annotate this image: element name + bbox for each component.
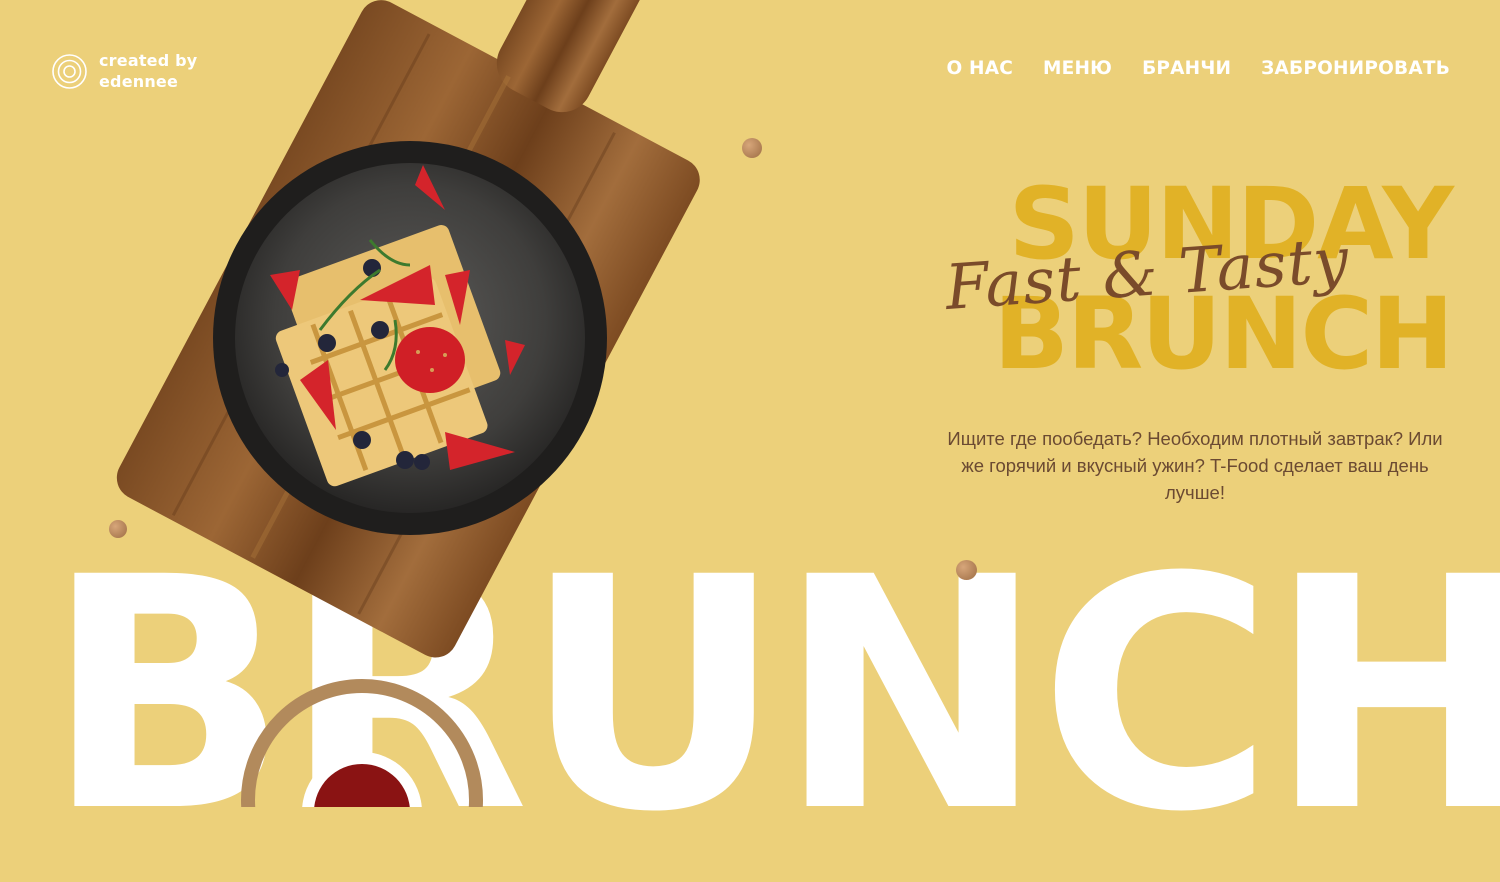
hero-description: Ищите где пообедать? Необходим плотный з… xyxy=(947,428,1443,503)
logo[interactable]: created by edennee xyxy=(51,50,197,92)
food-illustration xyxy=(116,0,700,807)
logo-text: created by edennee xyxy=(99,50,197,92)
nav-link-book[interactable]: ЗАБРОНИРОВАТЬ xyxy=(1261,58,1450,79)
sauce-bowl xyxy=(241,679,483,807)
waffle-plate xyxy=(213,141,607,535)
circle-logo-icon xyxy=(52,53,87,89)
hazelnut-decoration xyxy=(956,560,977,580)
nav-link-about[interactable]: О НАС xyxy=(946,58,1013,79)
nav-link-brunches[interactable]: БРАНЧИ xyxy=(1142,58,1231,79)
logo-line-1: created by xyxy=(99,51,198,70)
logo-line-2: edennee xyxy=(99,72,179,91)
hazelnut-decoration xyxy=(109,520,127,538)
hero-title: SUNDAY BRUNCH Fast & Tasty xyxy=(920,175,1460,395)
main-nav: О НАС МЕНЮ БРАНЧИ ЗАБРОНИРОВАТЬ xyxy=(946,58,1450,79)
hazelnut-decoration xyxy=(742,138,762,158)
nav-link-menu[interactable]: МЕНЮ xyxy=(1043,58,1112,79)
